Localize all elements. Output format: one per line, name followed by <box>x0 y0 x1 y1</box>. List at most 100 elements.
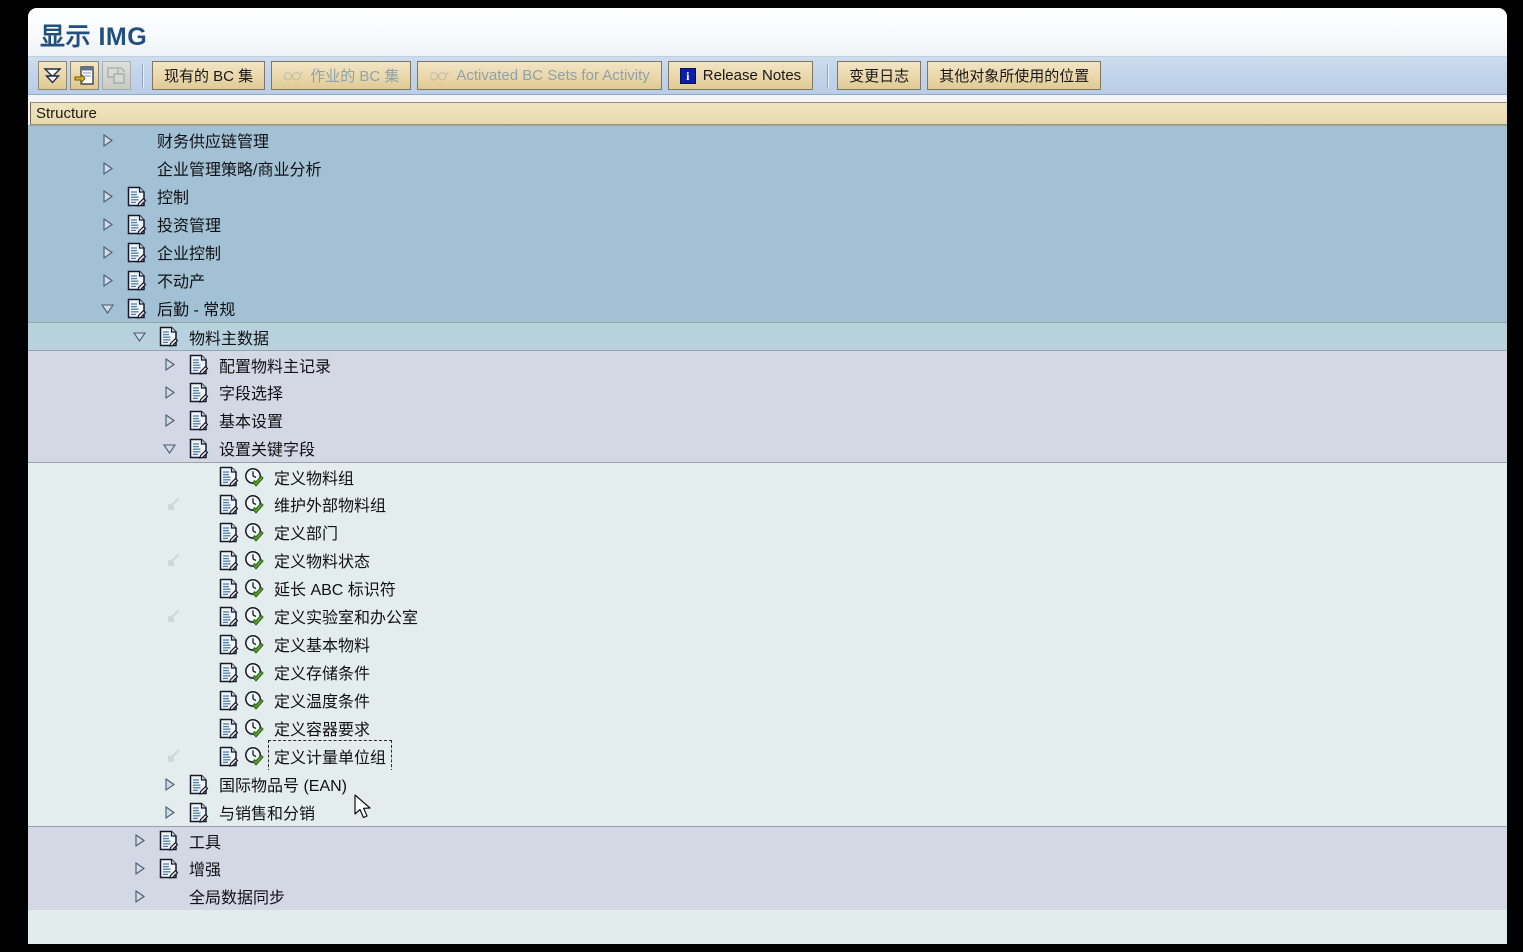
img-document-icon[interactable] <box>218 550 239 571</box>
img-document-icon[interactable] <box>158 830 179 851</box>
tree-row-label[interactable]: 投资管理 <box>157 212 221 236</box>
tree-row-label[interactable]: 国际物品号 (EAN) <box>219 772 347 796</box>
img-document-icon[interactable] <box>126 242 147 263</box>
img-activity-clock-check-icon[interactable] <box>244 606 264 626</box>
tree-twisty-expanded-icon[interactable] <box>130 328 148 346</box>
img-activity-clock-check-icon[interactable] <box>244 718 264 738</box>
activity-bc-sets-button[interactable]: 作业的 BC 集 <box>271 61 412 90</box>
tree-row-label[interactable]: 定义容器要求 <box>274 716 370 740</box>
tree-row[interactable]: 增强 <box>28 854 1507 882</box>
tree-row[interactable]: 不动产 <box>28 266 1507 294</box>
img-document-icon[interactable] <box>126 270 147 291</box>
tree-row-label[interactable]: 配置物料主记录 <box>219 353 331 377</box>
release-notes-button[interactable]: i Release Notes <box>667 61 814 90</box>
tree-row[interactable]: 定义计量单位组 <box>28 740 1507 772</box>
tree-row[interactable]: 定义温度条件 <box>28 686 1507 714</box>
tree-row-label[interactable]: 定义存储条件 <box>274 660 370 684</box>
tree-row[interactable]: 后勤 - 常规 <box>28 294 1507 322</box>
img-document-icon[interactable] <box>218 718 239 739</box>
img-document-icon[interactable] <box>188 774 209 795</box>
img-document-icon[interactable] <box>188 802 209 823</box>
tree-row-label[interactable]: 设置关键字段 <box>219 436 315 460</box>
img-document-icon[interactable] <box>188 438 209 459</box>
img-document-icon[interactable] <box>218 634 239 655</box>
tree-twisty-collapsed-icon[interactable] <box>98 187 116 205</box>
img-activity-clock-check-icon[interactable] <box>244 690 264 710</box>
tree-twisty-collapsed-icon[interactable] <box>98 271 116 289</box>
tree-twisty-collapsed-icon[interactable] <box>160 803 178 821</box>
tree-twisty-collapsed-icon[interactable] <box>160 383 178 401</box>
tree-row[interactable]: 配置物料主记录 <box>28 350 1507 378</box>
tree-row[interactable]: 财务供应链管理 <box>28 126 1507 154</box>
img-activity-clock-check-icon[interactable] <box>244 634 264 654</box>
tree-row-label[interactable]: 延长 ABC 标识符 <box>274 576 396 600</box>
where-used-button[interactable]: 其他对象所使用的位置 <box>927 61 1102 90</box>
img-activity-clock-check-icon[interactable] <box>244 578 264 598</box>
img-document-icon[interactable] <box>126 298 147 319</box>
img-document-icon[interactable] <box>218 494 239 515</box>
tree-twisty-collapsed-icon[interactable] <box>160 411 178 429</box>
img-document-icon[interactable] <box>218 662 239 683</box>
tree-row-label[interactable]: 定义实验室和办公室 <box>274 604 418 628</box>
activated-bc-sets-for-activity-button[interactable]: Activated BC Sets for Activity <box>417 61 662 90</box>
tree-row[interactable]: 控制 <box>28 182 1507 210</box>
tree-row-label[interactable]: 维护外部物料组 <box>274 492 386 516</box>
tree-row[interactable]: 延长 ABC 标识符 <box>28 574 1507 602</box>
img-document-icon[interactable] <box>158 326 179 347</box>
tree-row[interactable]: 国际物品号 (EAN) <box>28 770 1507 798</box>
tree-twisty-collapsed-icon[interactable] <box>98 159 116 177</box>
tree-twisty-collapsed-icon[interactable] <box>98 215 116 233</box>
img-document-icon[interactable] <box>218 466 239 487</box>
tree-row-label[interactable]: 不动产 <box>157 268 205 292</box>
tree-row[interactable]: 字段选择 <box>28 378 1507 406</box>
img-activity-clock-check-icon[interactable] <box>244 467 264 487</box>
tree-twisty-collapsed-icon[interactable] <box>130 859 148 877</box>
tree-row[interactable]: 维护外部物料组 <box>28 490 1507 518</box>
tree-row[interactable]: 定义物料状态 <box>28 546 1507 574</box>
tree-row[interactable]: 物料主数据 <box>28 322 1507 350</box>
change-log-button[interactable]: 变更日志 <box>837 61 922 90</box>
tree-row-label[interactable]: 与销售和分销 <box>219 800 315 824</box>
tree-row[interactable]: 企业控制 <box>28 238 1507 266</box>
img-document-icon[interactable] <box>126 214 147 235</box>
tree-twisty-collapsed-icon[interactable] <box>130 887 148 905</box>
tree-row[interactable]: 工具 <box>28 826 1507 854</box>
img-document-icon[interactable] <box>126 186 147 207</box>
tree-row-label[interactable]: 工具 <box>189 829 221 853</box>
copy-structure-icon-button[interactable] <box>102 61 131 90</box>
tree-row-label[interactable]: 企业管理策略/商业分析 <box>157 156 321 180</box>
img-document-icon[interactable] <box>218 606 239 627</box>
tree-row-label[interactable]: 基本设置 <box>219 408 283 432</box>
tree-twisty-collapsed-icon[interactable] <box>130 832 148 850</box>
tree-row-label[interactable]: 后勤 - 常规 <box>157 296 235 320</box>
structure-column-header[interactable]: Structure <box>30 102 1507 125</box>
img-document-icon[interactable] <box>218 578 239 599</box>
tree-row[interactable]: 设置关键字段 <box>28 434 1507 462</box>
existing-bc-sets-button[interactable]: 现有的 BC 集 <box>152 61 266 90</box>
img-activity-clock-check-icon[interactable] <box>244 746 264 766</box>
img-activity-clock-check-icon[interactable] <box>244 494 264 514</box>
tree-twisty-collapsed-icon[interactable] <box>160 775 178 793</box>
tree-row-label[interactable]: 财务供应链管理 <box>157 128 269 152</box>
tree-row-label[interactable]: 全局数据同步 <box>189 884 285 908</box>
tree-row-label[interactable]: 定义物料组 <box>274 465 354 489</box>
expand-subtree-icon-button[interactable] <box>70 61 99 90</box>
tree-row-label[interactable]: 字段选择 <box>219 380 283 404</box>
tree-row-label[interactable]: 定义基本物料 <box>274 632 370 656</box>
tree-row-label[interactable]: 定义温度条件 <box>274 688 370 712</box>
tree-twisty-collapsed-icon[interactable] <box>160 356 178 374</box>
img-document-icon[interactable] <box>218 746 239 767</box>
tree-row[interactable]: 企业管理策略/商业分析 <box>28 154 1507 182</box>
img-activity-clock-check-icon[interactable] <box>244 550 264 570</box>
tree-row[interactable]: 定义部门 <box>28 518 1507 546</box>
tree-twisty-collapsed-icon[interactable] <box>98 243 116 261</box>
tree-row[interactable]: 定义容器要求 <box>28 714 1507 742</box>
img-document-icon[interactable] <box>188 410 209 431</box>
collapse-all-icon-button[interactable] <box>38 61 67 90</box>
img-document-icon[interactable] <box>218 690 239 711</box>
tree-row-label[interactable]: 控制 <box>157 184 189 208</box>
tree-row[interactable]: 基本设置 <box>28 406 1507 434</box>
img-structure-tree[interactable]: 财务供应链管理企业管理策略/商业分析 控制投资管理 企业控制 不动产后勤 - 常规物料… <box>28 125 1507 944</box>
tree-row-label[interactable]: 物料主数据 <box>189 325 269 349</box>
tree-row[interactable]: 全局数据同步 <box>28 882 1507 910</box>
